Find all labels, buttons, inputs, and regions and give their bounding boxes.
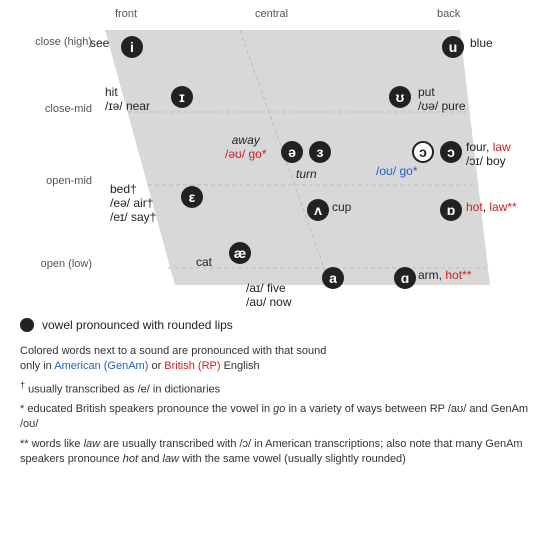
col-back: back (437, 8, 460, 20)
col-front: front (115, 8, 137, 20)
vowel-o-filled: ɔ (440, 141, 462, 163)
vowel-a: a (322, 267, 344, 289)
label-arm: arm, hot** (418, 268, 471, 282)
label-go-blue: /oʊ/ go* (376, 164, 418, 178)
footnote-british: British (RP) (164, 360, 220, 372)
legend-row: vowel pronounced with rounded lips (20, 318, 540, 332)
label-bed: bed† /eə/ air† /eɪ/ say† (110, 182, 156, 224)
label-cat: cat (196, 255, 212, 269)
footnotes-section: Colored words next to a sound are pronou… (0, 340, 560, 479)
label-cup: cup (332, 200, 351, 214)
label-hit: hit /ɪə/ near (105, 85, 150, 113)
label-hot: hot, law** (466, 200, 517, 214)
label-five: /aɪ/ five /aʊ/ now (246, 281, 292, 309)
row-close-mid: close-mid (12, 103, 92, 115)
footnote-colored: Colored words next to a sound are pronou… (20, 344, 540, 375)
vowel-I: ɪ (171, 86, 193, 108)
label-see: see (90, 36, 109, 50)
row-close-high: close (high) (12, 36, 92, 48)
label-away: away /əʊ/ go* (225, 133, 267, 161)
vowel-open-o: ɒ (440, 199, 462, 221)
legend-section: vowel pronounced with rounded lips (0, 310, 560, 340)
vowel-alpha: ɑ (394, 267, 416, 289)
vowel-epsilon: ε (181, 186, 203, 208)
label-turn: turn (296, 167, 317, 181)
col-central: central (255, 8, 288, 20)
footnote-asterisk2: ** words like law are usually transcribe… (20, 437, 540, 468)
footnote-dagger: † usually transcribed as /e/ in dictiona… (20, 379, 540, 398)
vowel-ae: æ (229, 242, 251, 264)
legend-dot (20, 318, 34, 332)
vowel-chart: front central back close (high) close-mi… (0, 0, 560, 310)
label-four: four, law /ɔɪ/ boy (466, 140, 511, 168)
vowel-upsilon: ʊ (389, 86, 411, 108)
row-open-low: open (low) (12, 258, 92, 270)
vowel-ez: ɜ (309, 141, 331, 163)
vowel-i: i (121, 36, 143, 58)
row-open-mid: open-mid (12, 175, 92, 187)
footnote-asterisk1: * educated British speakers pronounce th… (20, 402, 540, 433)
label-put: put /ʊə/ pure (418, 85, 466, 113)
vowel-o-open: ɔ (412, 141, 434, 163)
footnote-american: American (GenAm) (54, 360, 148, 372)
vowel-schwa: ə (281, 141, 303, 163)
vowel-u: u (442, 36, 464, 58)
vowel-wedge: ʌ (307, 199, 329, 221)
legend-text: vowel pronounced with rounded lips (42, 318, 233, 332)
label-blue: blue (470, 36, 493, 50)
